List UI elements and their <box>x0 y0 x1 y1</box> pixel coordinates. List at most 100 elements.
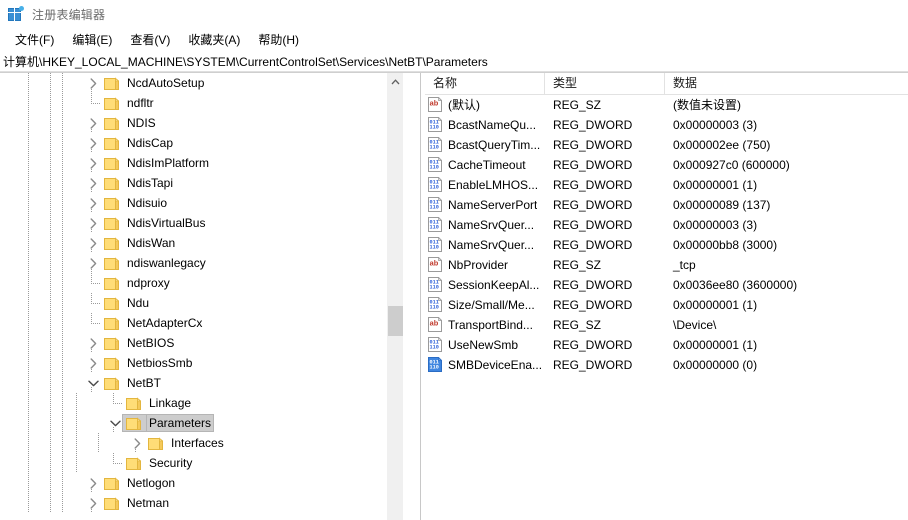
tree-item[interactable]: NetbiosSmb <box>0 353 403 373</box>
value-row[interactable]: ab NbProvider REG_SZ _tcp <box>425 255 908 275</box>
chevron-right-icon[interactable] <box>85 353 101 373</box>
tree-scrollbar-thumb[interactable] <box>388 306 403 336</box>
value-row[interactable]: ab (默认) REG_SZ (数值未设置) <box>425 95 908 115</box>
tree-guide-lines <box>0 113 403 133</box>
svg-text:ab: ab <box>430 258 439 267</box>
tree-item[interactable] <box>0 513 403 520</box>
column-header-name[interactable]: 名称 <box>425 73 545 94</box>
chevron-down-icon[interactable] <box>107 413 123 433</box>
value-row[interactable]: 011 110 NameSrvQuer... REG_DWORD 0x00000003 … <box>425 215 908 235</box>
tree-item-label: ndiswanlegacy <box>127 256 206 270</box>
value-row[interactable]: 011 110 UseNewSmb REG_DWORD 0x00000001 (1) <box>425 335 908 355</box>
tree-item[interactable]: Linkage <box>0 393 403 413</box>
value-name-text: BcastQueryTim... <box>448 138 541 152</box>
value-data-cell: 0x00000003 (3) <box>673 218 758 232</box>
values-list[interactable]: ab (默认) REG_SZ (数值未设置) 011 110 BcastNameQu... R… <box>425 95 908 375</box>
value-data-cell: 0x00000003 (3) <box>673 118 758 132</box>
tree-guide-lines <box>0 233 403 253</box>
tree-item-label: ndfltr <box>127 96 154 110</box>
scroll-up-icon[interactable] <box>387 73 404 90</box>
tree-item[interactable]: ndproxy <box>0 273 403 293</box>
chevron-right-icon[interactable] <box>85 253 101 273</box>
value-row[interactable]: 011 110 SMBDeviceEna... REG_DWORD 0x00000000… <box>425 355 908 375</box>
value-type-cell: REG_SZ <box>553 98 602 112</box>
string-value-icon: ab <box>428 257 444 273</box>
folder-icon <box>126 413 142 433</box>
registry-tree-pane: NcdAutoSetup ndfltr NDIS NdisCap NdisImPlatf… <box>0 73 421 520</box>
tree-guide-lines <box>0 133 403 153</box>
tree-item[interactable]: NdisTapi <box>0 173 403 193</box>
menu-file[interactable]: 文件(F) <box>6 29 63 51</box>
chevron-right-icon[interactable] <box>85 113 101 133</box>
menu-view[interactable]: 查看(V) <box>121 29 179 51</box>
tree-item[interactable]: Netman <box>0 493 403 513</box>
tree-item[interactable]: Ndu <box>0 293 403 313</box>
tree-item-label: NetbiosSmb <box>127 356 193 370</box>
chevron-right-icon[interactable] <box>85 333 101 353</box>
chevron-right-icon[interactable] <box>85 213 101 233</box>
value-data-cell: 0x00000001 (1) <box>673 338 758 352</box>
tree-item[interactable]: NdisImPlatform <box>0 153 403 173</box>
tree-vertical-scrollbar[interactable] <box>386 73 403 520</box>
dword-value-icon: 011 110 <box>428 137 444 153</box>
chevron-right-icon[interactable] <box>129 433 145 453</box>
value-row[interactable]: ab TransportBind... REG_SZ \Device\ <box>425 315 908 335</box>
value-name-cell: 011 110 NameServerPort <box>425 195 545 215</box>
column-header-data[interactable]: 数据 <box>665 73 908 94</box>
tree-item[interactable]: NdisVirtualBus <box>0 213 403 233</box>
value-row[interactable]: 011 110 BcastNameQu... REG_DWORD 0x00000003 … <box>425 115 908 135</box>
folder-icon <box>104 133 120 153</box>
registry-tree[interactable]: NcdAutoSetup ndfltr NDIS NdisCap NdisImPlatf… <box>0 73 403 520</box>
chevron-right-icon[interactable] <box>85 233 101 253</box>
value-type-cell: REG_DWORD <box>553 218 633 232</box>
tree-item[interactable]: ndfltr <box>0 93 403 113</box>
tree-item[interactable]: NdisCap <box>0 133 403 153</box>
chevron-right-icon[interactable] <box>85 153 101 173</box>
tree-item[interactable]: NcdAutoSetup <box>0 73 403 93</box>
tree-item-label: NdisWan <box>127 236 176 250</box>
chevron-down-icon[interactable] <box>85 373 101 393</box>
tree-item[interactable]: Interfaces <box>0 433 403 453</box>
tree-item[interactable]: ndiswanlegacy <box>0 253 403 273</box>
value-row[interactable]: 011 110 SessionKeepAl... REG_DWORD 0x0036ee8… <box>425 275 908 295</box>
value-row[interactable]: 011 110 BcastQueryTim... REG_DWORD 0x000002e… <box>425 135 908 155</box>
value-type-cell: REG_DWORD <box>553 358 633 372</box>
dword-value-icon: 011 110 <box>428 177 444 193</box>
value-row[interactable]: 011 110 NameSrvQuer... REG_DWORD 0x00000bb8 … <box>425 235 908 255</box>
tree-item[interactable]: Ndisuio <box>0 193 403 213</box>
tree-item-selected[interactable]: Parameters <box>0 413 403 433</box>
folder-icon <box>104 293 120 313</box>
folder-icon <box>104 153 120 173</box>
value-row[interactable]: 011 110 CacheTimeout REG_DWORD 0x000927c0 (6… <box>425 155 908 175</box>
tree-item[interactable]: Security <box>0 453 403 473</box>
menu-favorites[interactable]: 收藏夹(A) <box>179 29 249 51</box>
value-row[interactable]: 011 110 Size/Small/Me... REG_DWORD 0x0000000… <box>425 295 908 315</box>
tree-item[interactable]: NetBIOS <box>0 333 403 353</box>
value-row[interactable]: 011 110 NameServerPort REG_DWORD 0x00000089 … <box>425 195 908 215</box>
value-name-text: UseNewSmb <box>448 338 519 352</box>
chevron-right-icon[interactable] <box>85 473 101 493</box>
menu-help[interactable]: 帮助(H) <box>249 29 308 51</box>
tree-item[interactable]: NdisWan <box>0 233 403 253</box>
value-name-text: NameSrvQuer... <box>448 218 535 232</box>
chevron-right-icon[interactable] <box>85 173 101 193</box>
chevron-right-icon[interactable] <box>85 193 101 213</box>
value-row[interactable]: 011 110 EnableLMHOS... REG_DWORD 0x00000001 … <box>425 175 908 195</box>
value-name-text: Size/Small/Me... <box>448 298 535 312</box>
chevron-right-icon[interactable] <box>85 73 101 93</box>
chevron-right-icon[interactable] <box>85 493 101 513</box>
tree-item[interactable]: NetBT <box>0 373 403 393</box>
registry-editor-window: 注册表编辑器 文件(F) 编辑(E) 查看(V) 收藏夹(A) 帮助(H) 计算机\HK… <box>0 0 908 520</box>
tree-item[interactable]: Netlogon <box>0 473 403 493</box>
column-header-type[interactable]: 类型 <box>545 73 665 94</box>
menu-edit[interactable]: 编辑(E) <box>63 29 121 51</box>
value-name-cell: 011 110 BcastQueryTim... <box>425 135 545 155</box>
tree-item[interactable]: NetAdapterCx <box>0 313 403 333</box>
address-bar[interactable]: 计算机\HKEY_LOCAL_MACHINE\SYSTEM\CurrentCon… <box>0 51 908 72</box>
folder-icon <box>104 193 120 213</box>
svg-text:110: 110 <box>430 225 439 231</box>
chevron-right-icon[interactable] <box>85 133 101 153</box>
value-name-cell: ab (默认) <box>425 95 545 115</box>
tree-item[interactable]: NDIS <box>0 113 403 133</box>
folder-icon <box>104 93 120 113</box>
